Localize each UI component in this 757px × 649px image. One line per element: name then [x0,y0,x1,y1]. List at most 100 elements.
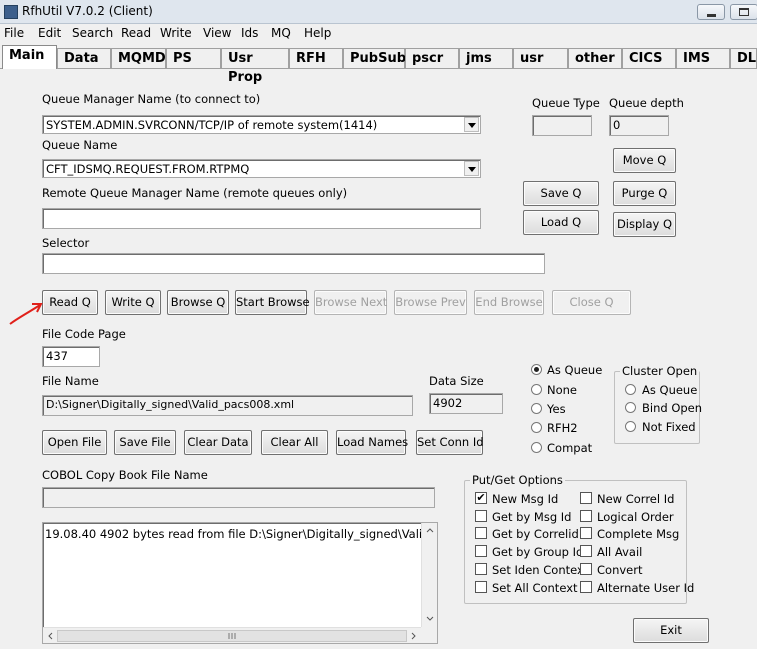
radio-none-label[interactable]: None [547,383,577,397]
write-q-button[interactable]: Write Q [105,290,161,315]
tab-ims[interactable]: IMS [676,48,730,68]
menu-view[interactable]: View [203,26,231,40]
menu-read[interactable]: Read [121,26,151,40]
chk-get-by-msg-id-label[interactable]: Get by Msg Id [492,510,571,524]
chk-set-all-context[interactable] [475,581,487,593]
exit-button[interactable]: Exit [633,618,709,643]
tab-dlq[interactable]: DLQ [730,48,757,68]
tab-jms[interactable]: jms [459,48,513,68]
tab-cics[interactable]: CICS [622,48,676,68]
menu-write[interactable]: Write [160,26,192,40]
tab-other[interactable]: other [568,48,622,68]
tab-pscr[interactable]: pscr [405,48,459,68]
cluster-radio-bind-open-label[interactable]: Bind Open [642,401,702,415]
tab-usr[interactable]: usr [513,48,568,68]
radio-rfh2-label[interactable]: RFH2 [547,421,578,435]
menu-ids[interactable]: Ids [241,26,258,40]
chk-get-by-group-id-label[interactable]: Get by Group Id [492,545,583,559]
chk-alternate-user-id[interactable] [580,581,592,593]
load-q-button[interactable]: Load Q [523,210,599,235]
clear-all-button[interactable]: Clear All [261,430,328,455]
qmgr-combo[interactable]: SYSTEM.ADMIN.SVRCONN/TCP/IP of remote sy… [42,115,481,134]
chk-convert[interactable] [580,563,592,575]
browse-q-button[interactable]: Browse Q [167,290,229,315]
cluster-radio-not-fixed-label[interactable]: Not Fixed [642,420,696,434]
file-code-page-input[interactable]: 437 [42,346,100,367]
chk-convert-label[interactable]: Convert [597,563,642,577]
chevron-down-icon[interactable] [464,117,479,132]
chk-get-by-correlid-label[interactable]: Get by Correlid [492,527,579,541]
selector-input[interactable] [42,253,545,274]
vertical-scrollbar[interactable] [421,523,437,627]
chk-logical-order[interactable] [580,510,592,522]
move-q-button[interactable]: Move Q [613,148,676,173]
radio-yes-label[interactable]: Yes [547,402,566,416]
chk-new-msg-id-label[interactable]: New Msg Id [492,492,558,506]
title-bar: RfhUtil V7.0.2 (Client) [0,0,757,24]
tab-main[interactable]: Main [2,45,57,69]
read-q-button[interactable]: Read Q [42,290,98,315]
display-q-button[interactable]: Display Q [613,212,676,237]
open-file-button[interactable]: Open File [42,430,107,455]
radio-as-queue-label[interactable]: As Queue [547,363,602,377]
chk-get-by-msg-id[interactable] [475,510,487,522]
cobol-field[interactable] [42,487,435,508]
browse-prev-button: Browse Prev [394,290,467,315]
end-browse-button: End Browse [474,290,544,315]
tab-mqmd[interactable]: MQMD [111,48,166,68]
menu-mq[interactable]: MQ [271,26,291,40]
purge-q-button[interactable]: Purge Q [613,181,676,206]
radio-compat-label[interactable]: Compat [547,441,592,455]
save-q-button[interactable]: Save Q [523,181,599,206]
radio-compat[interactable] [531,442,542,453]
chk-complete-msg-label[interactable]: Complete Msg [597,527,679,541]
horizontal-scrollbar[interactable] [43,627,421,643]
scroll-arrows-icon [426,528,434,621]
queue-name-combo[interactable]: CFT_IDSMQ.REQUEST.FROM.RTPMQ [42,159,481,178]
chk-alternate-user-id-label[interactable]: Alternate User Id [597,581,694,595]
cluster-radio-as-queue[interactable] [625,384,636,395]
menu-search[interactable]: Search [72,26,113,40]
log-textarea[interactable]: 19.08.40 4902 bytes read from file D:\Si… [42,522,438,644]
chk-logical-order-label[interactable]: Logical Order [597,510,674,524]
remote-qmgr-input[interactable] [42,208,481,229]
clear-data-button[interactable]: Clear Data [184,430,252,455]
cluster-radio-as-queue-label[interactable]: As Queue [642,383,697,397]
chk-all-avail[interactable] [580,545,592,557]
chk-all-avail-label[interactable]: All Avail [597,545,642,559]
tab-rfh[interactable]: RFH [289,48,343,68]
chk-get-by-group-id[interactable] [475,545,487,557]
radio-none[interactable] [531,384,542,395]
menu-edit[interactable]: Edit [38,26,61,40]
cluster-radio-bind-open[interactable] [625,402,636,413]
chk-set-iden-context[interactable] [475,563,487,575]
start-browse-button[interactable]: Start Browse [235,290,310,315]
chk-new-correl-id-label[interactable]: New Correl Id [597,492,674,506]
chk-get-by-correlid[interactable] [475,527,487,539]
menu-bar: File Edit Search Read Write View Ids MQ … [0,24,757,44]
chk-new-correl-id[interactable] [580,492,592,504]
chk-new-msg-id[interactable]: ✔ [475,492,487,504]
menu-file[interactable]: File [4,26,24,40]
tab-data[interactable]: Data [57,48,111,68]
tab-usr-prop[interactable]: Usr Prop [221,48,289,85]
chk-complete-msg[interactable] [580,527,592,539]
chk-set-all-context-label[interactable]: Set All Context [492,581,578,595]
chk-set-iden-context-label[interactable]: Set Iden Context [492,563,588,577]
tab-pubsub[interactable]: PubSub [343,48,406,68]
chevron-down-icon[interactable] [464,161,479,176]
save-file-button[interactable]: Save File [114,430,176,455]
load-names-button[interactable]: Load Names [336,430,408,455]
minimize-button[interactable] [697,4,725,20]
radio-rfh2[interactable] [531,422,542,433]
file-name-field[interactable]: D:\Signer\Digitally_signed\Valid_pacs008… [42,395,413,416]
scroll-thumb[interactable] [57,630,407,642]
cluster-radio-not-fixed[interactable] [625,421,636,432]
tab-ps[interactable]: PS [166,48,221,68]
set-conn-id-button[interactable]: Set Conn Id [416,430,484,455]
radio-yes[interactable] [531,403,542,414]
data-size-field: 4902 [429,393,503,414]
radio-as-queue[interactable] [531,364,542,375]
restore-button[interactable] [730,4,757,20]
menu-help[interactable]: Help [304,26,331,40]
